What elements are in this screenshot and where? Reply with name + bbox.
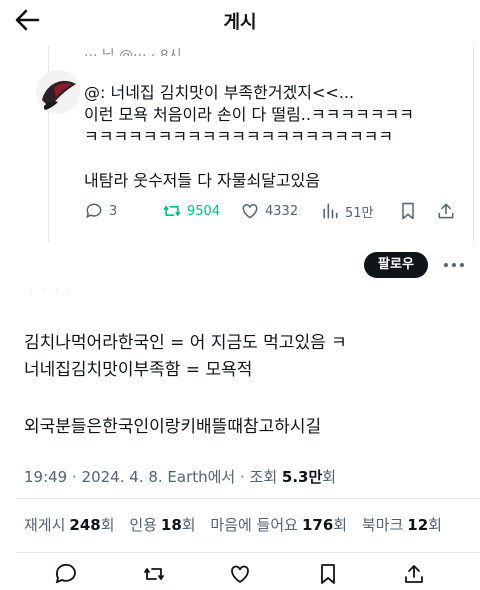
- follow-button[interactable]: 팔로우: [364, 252, 428, 278]
- share-icon: [438, 203, 454, 219]
- quoted-text-line: 내탐라 웃수저들 다 자물쇠달고있음: [84, 171, 321, 190]
- stat-likes[interactable]: 마음에 들어요 176회: [210, 516, 347, 534]
- retweet-icon: [163, 206, 181, 216]
- stat-bookmarks[interactable]: 북마크 12회: [362, 516, 442, 534]
- more-options-icon[interactable]: [440, 254, 468, 276]
- engagement-stats: 재게시 248회 인용 18회 마음에 들어요 176회 북마크 12회: [24, 514, 452, 535]
- quoted-bookmark-button[interactable]: [398, 200, 418, 222]
- tweet-text-line: 너네집김치맛이부족함 = 모욕적: [24, 360, 253, 380]
- quoted-reply-button[interactable]: 3: [84, 200, 117, 222]
- reply-count: 3: [109, 203, 118, 219]
- page-title: 게시: [223, 12, 257, 33]
- divider: [16, 552, 480, 553]
- stat-retweets[interactable]: 재게시 248회: [24, 516, 115, 534]
- divider: [16, 498, 480, 499]
- views-unit: 회: [322, 468, 337, 486]
- tweet-text-line: 김치나먹어라한국인 = 어 지금도 먹고있음 ㅋ: [24, 333, 347, 353]
- tweet-view-count: 5.3만: [281, 468, 323, 486]
- quoted-text-line: 이런 모욕 처음이라 손이 다 떨림..ㅋㅋㅋㅋㅋㅋㅋ: [84, 105, 415, 124]
- quoted-text-line: ㅋㅋㅋㅋㅋㅋㅋㅋㅋㅋㅋㅋㅋㅋㅋㅋㅋㅋㅋㅋㅋ: [84, 127, 394, 146]
- reply-icon: [86, 203, 102, 219]
- quoted-retweet-button[interactable]: 9504: [162, 200, 220, 222]
- bookmark-icon: [402, 202, 414, 220]
- faint-divider-marks: · · · ·: [30, 286, 74, 297]
- quoted-text-line: @: 너네집 김치맛이 부족한거겠지<<...: [84, 83, 355, 102]
- avatar[interactable]: [36, 70, 80, 114]
- tweet-text-line: 외국분들은한국인이랑키배뜰때참고하시길: [24, 417, 322, 437]
- reply-icon[interactable]: [54, 562, 78, 586]
- share-icon[interactable]: [402, 562, 426, 586]
- like-count: 4332: [265, 203, 299, 219]
- view-count: 51만: [345, 205, 374, 221]
- views-chart-icon: [323, 203, 338, 219]
- heart-icon[interactable]: [228, 562, 252, 586]
- retweet-icon[interactable]: [142, 562, 166, 586]
- stat-quotes[interactable]: 인용 18회: [129, 516, 195, 534]
- quoted-views-button[interactable]: 51만: [320, 200, 374, 222]
- quoted-like-button[interactable]: 4332: [240, 200, 298, 222]
- heart-icon: [242, 203, 258, 219]
- tweet-timestamp: 19:49 · 2024. 4. 8. Earth에서 · 조회: [24, 468, 282, 486]
- tweet-meta: 19:49 · 2024. 4. 8. Earth에서 · 조회 5.3만회: [24, 466, 336, 487]
- bookmark-icon[interactable]: [316, 562, 340, 586]
- quoted-author-handle[interactable]: ··· 님 @··· · 8시: [84, 44, 182, 56]
- retweet-count: 9504: [187, 203, 221, 219]
- quoted-share-button[interactable]: [436, 200, 456, 222]
